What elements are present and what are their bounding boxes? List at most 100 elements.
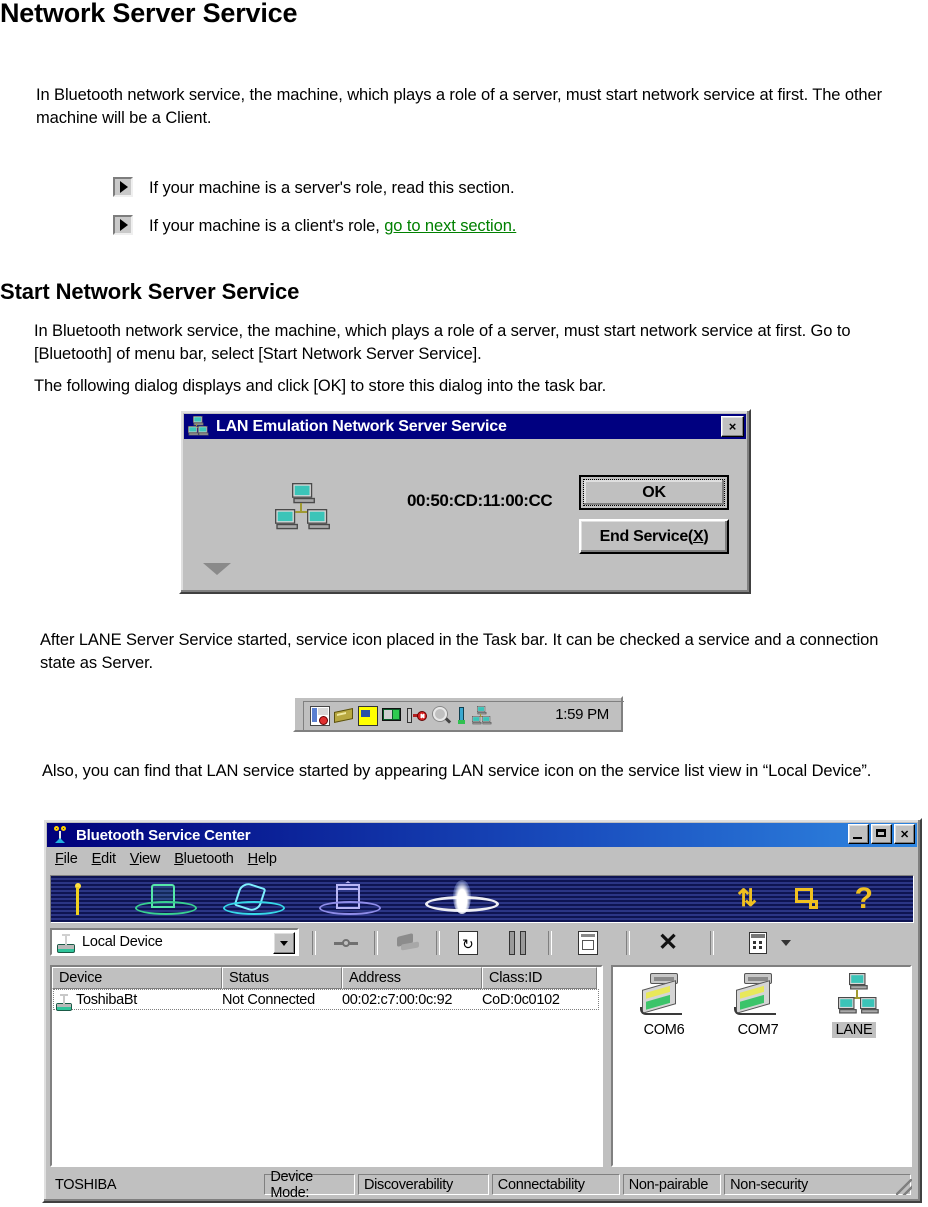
menu-item-bluetooth[interactable]: Bluetooth — [174, 851, 234, 867]
taskbar-tray: 1:59 PM — [293, 696, 624, 732]
status-security: Non-security — [724, 1174, 911, 1195]
arrow-bullet-icon — [113, 215, 133, 235]
help-question-icon[interactable]: ? — [855, 882, 873, 916]
ok-button[interactable]: OK — [579, 475, 729, 510]
end-service-button[interactable]: End Service(X) — [579, 519, 729, 554]
resize-grip-icon[interactable] — [896, 1179, 912, 1195]
serial-port-icon — [728, 973, 788, 1019]
antenna-tower-icon — [52, 826, 70, 844]
cell-device: ToshibaBt — [52, 992, 222, 1011]
menubar: File Edit View Bluetooth Help — [47, 848, 917, 870]
toolbar-separator — [312, 931, 316, 955]
refresh-icon[interactable]: ↻ — [450, 929, 486, 957]
column-header-device[interactable]: Device — [52, 967, 222, 989]
table-row[interactable]: ToshibaBt Not Connected 00:02:c7:00:0c:9… — [52, 989, 601, 1011]
disconnect-x-icon[interactable]: ✕ — [650, 929, 686, 957]
service-item-com6[interactable]: COM6 — [623, 973, 705, 1039]
service-list-paragraph: Also, you can find that LAN service star… — [42, 762, 872, 780]
lan-emulation-icon[interactable] — [472, 706, 492, 726]
section-paragraph-2: The following dialog displays and click … — [34, 377, 607, 395]
document-page: Network Server Service In Bluetooth netw… — [0, 0, 928, 1207]
antenna-pole-icon[interactable] — [73, 883, 82, 917]
status-connectability: Connectability — [491, 1174, 620, 1195]
transfer-arrows-icon[interactable]: ⇅ — [737, 886, 763, 912]
bluetooth-search-icon[interactable] — [432, 706, 452, 726]
mac-address-value: 00:50:CD:11:00:CC — [407, 491, 553, 510]
close-icon[interactable]: × — [721, 416, 744, 437]
next-section-link[interactable]: go to next section. — [384, 217, 516, 235]
local-device-icon — [56, 934, 76, 954]
pcmcia-card-icon[interactable] — [334, 706, 354, 726]
cell-device-label: ToshibaBt — [76, 992, 137, 1008]
pair-icon[interactable] — [390, 929, 426, 957]
plug-disconnect-icon[interactable] — [406, 706, 428, 726]
statusbar: TOSHIBA Device Mode: Discoverability Con… — [50, 1169, 914, 1201]
page-title: Network Server Service — [0, 0, 298, 28]
status-discoverability: Discoverability — [357, 1174, 489, 1195]
device-list-header: Device Status Address Class:ID — [52, 967, 601, 989]
dialog-titlebar[interactable]: LAN Emulation Network Server Service × — [184, 414, 746, 439]
toolbar-separator — [548, 931, 552, 955]
yellow-note-icon[interactable] — [358, 706, 378, 726]
antenna-icon[interactable] — [456, 706, 468, 726]
bsc-titlebar[interactable]: Bluetooth Service Center ✕ — [47, 823, 917, 847]
device-info-icon[interactable] — [570, 929, 606, 957]
service-item-lane[interactable]: LANE — [813, 973, 895, 1039]
tray-clock-label[interactable]: 1:59 PM — [555, 706, 609, 723]
network-computers-icon — [188, 415, 211, 437]
device-scope-value: Local Device — [82, 934, 163, 950]
toolbar-separator — [626, 931, 630, 955]
ok-button-label: OK — [583, 479, 725, 506]
triangle-down-icon[interactable] — [203, 563, 231, 575]
column-header-classid[interactable]: Class:ID — [482, 967, 597, 989]
dialog-title-text: LAN Emulation Network Server Service — [216, 417, 507, 435]
menu-item-view[interactable]: View — [130, 851, 161, 867]
toolbar-separator — [374, 931, 378, 955]
cell-status: Not Connected — [222, 992, 315, 1008]
graphic-toolbar: ⇅ ? — [50, 875, 914, 923]
device-properties-icon[interactable] — [795, 888, 821, 910]
column-header-address[interactable]: Address — [342, 967, 482, 989]
arrow-bullet-icon — [113, 177, 133, 197]
bullet-item-client-label: If your machine is a client's role, — [149, 217, 385, 235]
menu-item-file[interactable]: File — [55, 851, 78, 867]
bullet-item-server: If your machine is a server's role, read… — [113, 177, 515, 198]
lan-emulation-dialog: LAN Emulation Network Server Service × 0… — [179, 409, 751, 594]
view-list-icon[interactable] — [740, 929, 776, 957]
service-list-view[interactable]: COM6 COM7 LANE — [611, 965, 912, 1167]
taskbar-paragraph: After LANE Server Service started, servi… — [40, 631, 879, 672]
green-tower-icon[interactable] — [135, 884, 197, 917]
end-service-button-label: End Service(X) — [599, 527, 709, 545]
device-list-view[interactable]: Device Status Address Class:ID ToshibaBt… — [50, 965, 603, 1167]
device-scope-combo[interactable]: Local Device — [50, 928, 299, 956]
schedule-clock-icon[interactable] — [310, 706, 330, 726]
menu-item-help[interactable]: Help — [248, 851, 277, 867]
status-vendor: TOSHIBA — [55, 1176, 117, 1193]
pane-splitter[interactable] — [603, 965, 611, 1167]
bullet-item-server-label: If your machine is a server's role, read… — [149, 179, 515, 197]
bluetooth-service-center-window: Bluetooth Service Center ✕ File Edit Vie… — [42, 818, 922, 1203]
column-header-status[interactable]: Status — [222, 967, 342, 989]
bsc-title-text: Bluetooth Service Center — [76, 826, 251, 844]
intro-paragraph: In Bluetooth network service, the machin… — [36, 86, 882, 127]
service-item-lane-label: LANE — [831, 1022, 877, 1038]
network-monitor-icon[interactable] — [382, 706, 402, 726]
service-item-com7[interactable]: COM7 — [717, 973, 799, 1039]
chevron-down-icon[interactable] — [273, 932, 295, 954]
cyan-shell-icon[interactable] — [223, 880, 285, 917]
view-dropdown-arrow-icon[interactable] — [776, 929, 796, 957]
connect-icon[interactable] — [328, 929, 364, 957]
search-devices-icon[interactable] — [500, 929, 536, 957]
white-glow-icon[interactable] — [425, 880, 499, 920]
menu-item-edit[interactable]: Edit — [92, 851, 116, 867]
close-button[interactable]: ✕ — [894, 824, 915, 844]
service-item-com7-label: COM7 — [737, 1022, 779, 1038]
purple-house-icon[interactable] — [319, 881, 381, 917]
maximize-button[interactable] — [871, 824, 892, 844]
bullet-item-client: If your machine is a client's role, go t… — [113, 215, 516, 236]
minimize-button[interactable] — [848, 824, 869, 844]
section-paragraph-1: In Bluetooth network service, the machin… — [34, 322, 851, 363]
local-device-icon — [55, 994, 73, 1012]
lan-emulation-icon — [824, 973, 884, 1019]
window-controls: ✕ — [848, 824, 915, 844]
